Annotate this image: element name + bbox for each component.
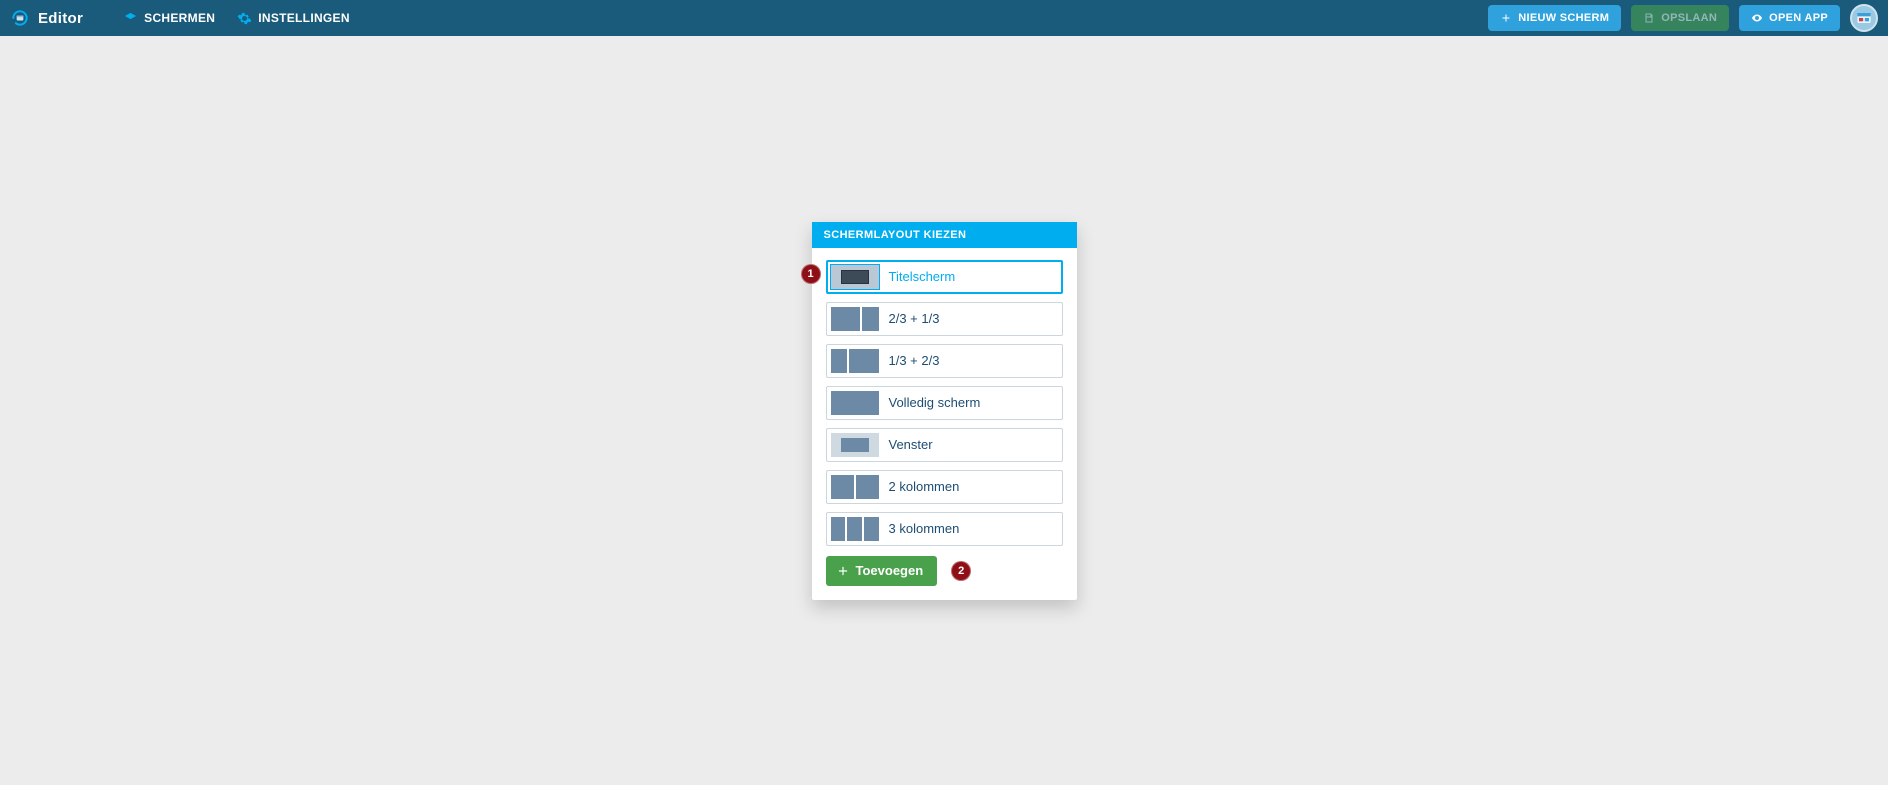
- layout-option-label: Volledig scherm: [889, 395, 981, 410]
- nav: SCHERMEN INSTELLINGEN: [123, 11, 350, 26]
- gear-icon: [237, 11, 252, 26]
- thumb-full-icon: [831, 391, 879, 415]
- nav-schermen-label: SCHERMEN: [144, 11, 215, 25]
- editor-canvas: 1 SCHERMLAYOUT KIEZEN Titelscherm 2/3 + …: [0, 36, 1888, 785]
- layout-option-label: Venster: [889, 437, 933, 452]
- thumb-1-3-2-3-icon: [831, 349, 879, 373]
- layout-options: Titelscherm 2/3 + 1/3 1/3 + 2/3 Volledig…: [812, 248, 1077, 556]
- eye-icon: [1751, 12, 1763, 24]
- thumb-3cols-icon: [831, 517, 879, 541]
- thumb-2cols-icon: [831, 475, 879, 499]
- new-screen-button[interactable]: NIEUW SCHERM: [1488, 5, 1621, 31]
- callout-2: 2: [951, 561, 971, 581]
- save-button: OPSLAAN: [1631, 5, 1729, 31]
- avatar[interactable]: [1850, 4, 1878, 32]
- layout-option-full[interactable]: Volledig scherm: [826, 386, 1063, 420]
- add-button[interactable]: Toevoegen: [826, 556, 938, 586]
- layout-option-titelscherm[interactable]: Titelscherm: [826, 260, 1063, 294]
- logo-icon: [10, 8, 30, 28]
- save-label: OPSLAAN: [1661, 12, 1717, 24]
- nav-schermen[interactable]: SCHERMEN: [123, 11, 215, 26]
- thumb-titelscherm-icon: [831, 265, 879, 289]
- add-button-label: Toevoegen: [856, 563, 924, 578]
- plus-icon: [1500, 12, 1512, 24]
- save-icon: [1643, 12, 1655, 24]
- app-title: Editor: [38, 10, 83, 27]
- topbar-actions: NIEUW SCHERM OPSLAAN OPEN APP: [1488, 4, 1878, 32]
- callout-1: 1: [801, 264, 821, 284]
- layout-option-label: 2/3 + 1/3: [889, 311, 940, 326]
- layout-option-label: Titelscherm: [889, 269, 956, 284]
- open-app-button[interactable]: OPEN APP: [1739, 5, 1840, 31]
- nav-instellingen-label: INSTELLINGEN: [258, 11, 350, 25]
- plus-icon: [836, 564, 850, 578]
- layout-option-1-3-2-3[interactable]: 1/3 + 2/3: [826, 344, 1063, 378]
- layout-option-label: 1/3 + 2/3: [889, 353, 940, 368]
- app-logo: Editor: [10, 8, 83, 28]
- modal-title: SCHERMLAYOUT KIEZEN: [812, 222, 1077, 248]
- layout-option-2cols[interactable]: 2 kolommen: [826, 470, 1063, 504]
- avatar-icon: [1854, 8, 1874, 28]
- thumb-2-3-1-3-icon: [831, 307, 879, 331]
- topbar: Editor SCHERMEN INSTELLINGEN NIEUW SCHER…: [0, 0, 1888, 36]
- layers-icon: [123, 11, 138, 26]
- layout-option-label: 3 kolommen: [889, 521, 960, 536]
- thumb-window-icon: [831, 433, 879, 457]
- nav-instellingen[interactable]: INSTELLINGEN: [237, 11, 350, 26]
- layout-option-label: 2 kolommen: [889, 479, 960, 494]
- layout-chooser-modal: 1 SCHERMLAYOUT KIEZEN Titelscherm 2/3 + …: [812, 222, 1077, 600]
- layout-option-2-3-1-3[interactable]: 2/3 + 1/3: [826, 302, 1063, 336]
- modal-footer: Toevoegen 2: [812, 556, 1077, 586]
- open-app-label: OPEN APP: [1769, 12, 1828, 24]
- layout-option-window[interactable]: Venster: [826, 428, 1063, 462]
- new-screen-label: NIEUW SCHERM: [1518, 12, 1609, 24]
- layout-option-3cols[interactable]: 3 kolommen: [826, 512, 1063, 546]
